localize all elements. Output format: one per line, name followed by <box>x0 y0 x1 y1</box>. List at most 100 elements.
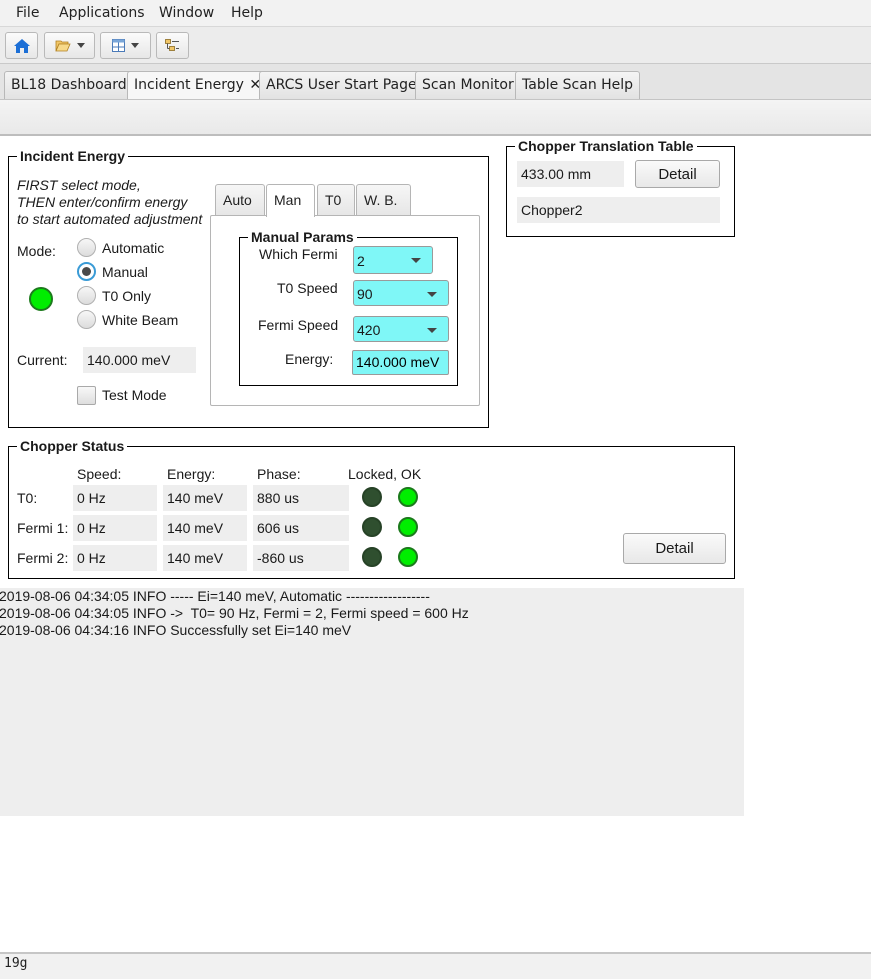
mode-white-beam-label[interactable]: White Beam <box>102 312 178 328</box>
fermi1-ok-led <box>398 517 418 537</box>
which-fermi-select[interactable]: 2 <box>353 246 433 274</box>
log-area[interactable]: 2019-08-06 04:34:05 INFO ----- Ei=140 me… <box>0 588 744 816</box>
status-text: 19g <box>4 956 28 971</box>
t0-phase-value: 880 us <box>253 485 349 511</box>
param-tab-t0[interactable]: T0 <box>317 184 355 216</box>
tab-label: W. B. <box>364 192 398 208</box>
speed-header: Speed: <box>77 466 122 482</box>
fermi2-row-label: Fermi 2: <box>17 550 69 566</box>
chopper-name-value: Chopper2 <box>517 197 720 223</box>
tab-label: T0 <box>325 192 342 208</box>
chevron-down-icon <box>411 258 421 263</box>
incident-energy-title: Incident Energy <box>17 148 129 164</box>
tab-scan-monitor[interactable]: Scan Monitor <box>415 71 521 99</box>
menu-applications[interactable]: Applications <box>59 5 145 21</box>
translation-position-value: 433.00 mm <box>517 161 624 187</box>
fermi2-speed-value: 0 Hz <box>73 545 157 571</box>
fermi2-ok-led <box>398 547 418 567</box>
menu-file[interactable]: File <box>16 5 39 21</box>
layout-icon <box>112 39 125 52</box>
tab-label: Scan Monitor <box>422 77 514 93</box>
log-line: 2019-08-06 04:34:05 INFO ----- Ei=140 me… <box>0 588 430 604</box>
fermi1-speed-value: 0 Hz <box>73 515 157 541</box>
tab-label: Table Scan Help <box>522 77 634 93</box>
mode-t0-only-label[interactable]: T0 Only <box>102 288 151 304</box>
tab-label: Incident Energy <box>134 77 244 93</box>
which-fermi-label: Which Fermi <box>259 246 338 262</box>
fermi-speed-value: 420 <box>357 322 381 338</box>
t0-speed-value: 90 <box>357 286 373 302</box>
mode-manual-label[interactable]: Manual <box>102 264 148 280</box>
mode-automatic-radio[interactable] <box>77 238 96 257</box>
current-energy-value: 140.000 meV <box>83 347 196 373</box>
translation-detail-button[interactable]: Detail <box>635 160 720 188</box>
tab-label: BL18 Dashboard <box>11 77 127 93</box>
energy-input[interactable] <box>352 350 449 375</box>
chevron-down-icon <box>76 43 85 48</box>
param-tab-auto[interactable]: Auto <box>215 184 265 216</box>
fermi-speed-select[interactable]: 420 <box>353 316 449 342</box>
instruction-line: THEN enter/confirm energy <box>17 194 188 210</box>
energy-header: Energy: <box>167 466 216 482</box>
t0-ok-led <box>398 487 418 507</box>
tree-button[interactable] <box>156 32 189 59</box>
tree-icon <box>165 39 179 51</box>
menu-bar: File Applications Window Help <box>0 0 871 27</box>
instruction-line: to start automated adjustment <box>17 211 203 227</box>
mode-automatic-label[interactable]: Automatic <box>102 240 164 256</box>
instructions-text: FIRST select mode, THEN enter/confirm en… <box>17 177 202 228</box>
t0-row-label: T0: <box>17 490 38 506</box>
mode-label: Mode: <box>17 243 56 259</box>
tab-bl18-dashboard[interactable]: BL18 Dashboard <box>4 71 134 99</box>
param-tab-wb[interactable]: W. B. <box>356 184 411 216</box>
fermi1-phase-value: 606 us <box>253 515 349 541</box>
fermi2-phase-value: -860 us <box>253 545 349 571</box>
test-mode-label[interactable]: Test Mode <box>102 387 167 403</box>
tab-label: ARCS User Start Page <box>266 77 417 93</box>
param-tab-man[interactable]: Man <box>266 184 315 217</box>
chevron-down-icon <box>131 43 139 48</box>
test-mode-checkbox[interactable] <box>77 386 96 405</box>
log-line: 2019-08-06 04:34:05 INFO -> T0= 90 Hz, F… <box>0 605 469 621</box>
home-icon <box>13 38 30 53</box>
tab-bar: BL18 Dashboard Incident Energy ✕ ARCS Us… <box>0 64 871 100</box>
t0-speed-label: T0 Speed <box>277 280 338 296</box>
t0-speed-select[interactable]: 90 <box>353 280 449 306</box>
tab-arcs-user-start-page[interactable]: ARCS User Start Page <box>259 71 424 99</box>
menu-window[interactable]: Window <box>159 5 214 21</box>
locked-ok-header: Locked, OK <box>348 466 422 482</box>
fermi1-energy-value: 140 meV <box>163 515 247 541</box>
fermi1-locked-led <box>362 517 382 537</box>
open-button[interactable] <box>44 32 95 59</box>
energy-label: Energy: <box>285 351 334 367</box>
manual-params-title: Manual Params <box>248 229 357 245</box>
status-bar: 19g <box>0 952 871 979</box>
tab-label: Auto <box>223 192 252 208</box>
chopper-status-title: Chopper Status <box>17 438 128 454</box>
tab-table-scan-help[interactable]: Table Scan Help <box>515 71 641 99</box>
chevron-down-icon <box>427 328 437 333</box>
t0-speed-value: 0 Hz <box>73 485 157 511</box>
folder-open-icon <box>54 40 71 52</box>
t0-locked-led <box>362 487 382 507</box>
tab-toolbar-area <box>0 99 871 136</box>
mode-white-beam-radio[interactable] <box>77 310 96 329</box>
menu-help[interactable]: Help <box>231 5 263 21</box>
chevron-down-icon <box>427 292 437 297</box>
mode-status-led <box>29 287 53 311</box>
fermi1-row-label: Fermi 1: <box>17 520 69 536</box>
tab-incident-energy[interactable]: Incident Energy ✕ <box>127 71 269 100</box>
instruction-line: FIRST select mode, <box>17 177 141 193</box>
which-fermi-value: 2 <box>357 253 365 269</box>
layout-button[interactable] <box>100 32 151 59</box>
current-label: Current: <box>17 352 68 368</box>
mode-t0-only-radio[interactable] <box>77 286 96 305</box>
home-button[interactable] <box>5 32 38 59</box>
phase-header: Phase: <box>257 466 301 482</box>
button-label: Detail <box>655 540 694 557</box>
button-label: Detail <box>658 165 697 183</box>
fermi2-locked-led <box>362 547 382 567</box>
mode-manual-radio[interactable] <box>77 262 96 281</box>
chopper-status-detail-button[interactable]: Detail <box>623 533 726 564</box>
tab-label: Man <box>274 192 302 208</box>
